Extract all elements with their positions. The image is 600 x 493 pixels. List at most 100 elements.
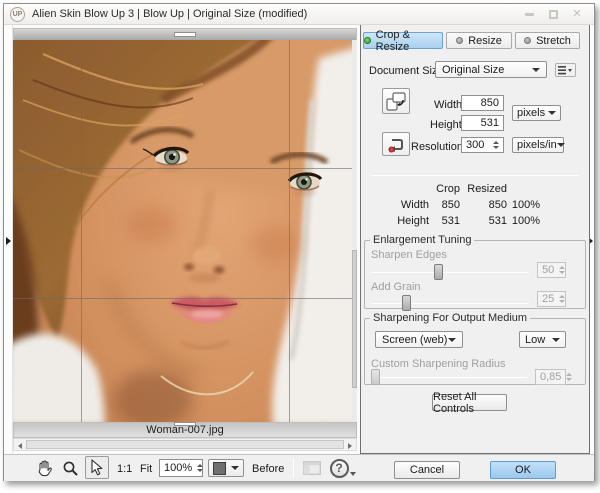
scroll-left-icon[interactable]	[18, 443, 22, 449]
output-sharpening-title: Sharpening For Output Medium	[370, 312, 530, 324]
maximize-button[interactable]	[546, 8, 560, 20]
spinner-icon[interactable]	[197, 464, 203, 472]
sharpen-edges-slider-thumb[interactable]	[434, 264, 443, 280]
app-logo-icon: UP	[10, 7, 25, 22]
split-view-button[interactable]	[301, 459, 323, 477]
summary-crop-height: 531	[420, 215, 460, 227]
before-toggle[interactable]: Before	[252, 463, 284, 475]
height-input[interactable]: 531	[461, 115, 504, 131]
close-button[interactable]: ✕	[570, 8, 584, 20]
chevron-down-icon	[231, 466, 239, 470]
tab-crop-and-resize[interactable]: Crop & Resize	[363, 32, 443, 49]
width-input[interactable]: 850	[461, 95, 504, 111]
menu-list-icon	[558, 66, 573, 75]
add-grain-input[interactable]: 25	[537, 291, 566, 307]
size-unit-dropdown[interactable]: pixels	[512, 105, 561, 121]
help-icon: ?	[330, 459, 349, 478]
close-icon: ✕	[572, 9, 581, 19]
custom-radius-label: Custom Sharpening Radius	[371, 358, 506, 370]
custom-radius-slider[interactable]	[371, 377, 527, 378]
height-label: Height	[430, 119, 462, 131]
tab-label: Crop & Resize	[376, 29, 442, 53]
tab-resize[interactable]: Resize	[446, 32, 512, 49]
crop-grid-line-v1	[81, 40, 82, 422]
vscroll-thumb[interactable]	[352, 250, 357, 388]
sharpen-edges-slider[interactable]	[371, 272, 529, 273]
hscroll-thumb[interactable]	[26, 440, 344, 449]
summary-crop-header: Crop	[420, 183, 460, 195]
resample-loop-icon	[387, 135, 405, 153]
settings-panel: Crop & Resize Resize Stretch Document Si…	[360, 25, 590, 454]
chevron-down-icon	[552, 338, 560, 342]
resolution-unit-dropdown[interactable]: pixels/in	[512, 137, 564, 153]
reset-all-controls-button[interactable]: Reset All Controls	[432, 394, 507, 411]
zoom-level-input[interactable]: 100%	[159, 459, 203, 477]
resolution-unit-value: pixels/in	[517, 139, 557, 151]
sharpen-amount-dropdown[interactable]: Low	[519, 331, 566, 348]
help-menu-caret-icon[interactable]	[350, 472, 356, 476]
cancel-button[interactable]: Cancel	[394, 461, 460, 479]
add-grain-value: 25	[542, 293, 554, 305]
hand-tool-button[interactable]	[33, 458, 55, 479]
width-value: 850	[481, 97, 499, 109]
crop-margin-top[interactable]	[13, 28, 357, 40]
maximize-icon	[549, 10, 558, 19]
sharpen-edges-value: 50	[542, 264, 554, 276]
crop-grid-line-h2	[13, 298, 357, 299]
document-size-label: Document Size	[369, 65, 444, 77]
resample-link-button[interactable]	[382, 132, 410, 156]
scroll-right-icon[interactable]	[348, 443, 352, 449]
enlargement-tuning-title: Enlargement Tuning	[370, 234, 474, 246]
title-bar[interactable]: UP Alien Skin Blow Up 3 | Blow Up | Orig…	[4, 4, 594, 25]
help-button[interactable]: ?	[328, 457, 350, 479]
preview-horizontal-scrollbar[interactable]	[13, 438, 357, 451]
chevron-down-icon	[548, 111, 556, 115]
left-panel-toggle[interactable]	[4, 25, 13, 454]
document-size-menu-button[interactable]	[555, 63, 576, 77]
rotate-pages-icon	[386, 92, 406, 111]
cursor-arrow-icon	[90, 459, 105, 476]
expand-left-arrow-icon	[6, 237, 11, 245]
document-size-value: Original Size	[442, 64, 504, 76]
custom-radius-value: 0,85	[540, 371, 561, 383]
sharpen-edges-input[interactable]: 50	[537, 262, 566, 278]
panel-layout-icon	[303, 461, 321, 475]
custom-radius-slider-thumb[interactable]	[371, 369, 380, 385]
document-size-dropdown[interactable]: Original Size	[435, 61, 547, 78]
crop-handle-bottom[interactable]	[174, 422, 196, 426]
chevron-down-icon	[532, 68, 540, 72]
height-value: 531	[481, 117, 499, 129]
crop-grid-line-v2	[289, 40, 290, 422]
zoom-tool-button[interactable]	[59, 458, 81, 479]
tab-dot-icon	[524, 37, 531, 44]
tab-stretch[interactable]: Stretch	[515, 32, 580, 49]
output-medium-dropdown[interactable]: Screen (web)	[375, 331, 463, 348]
size-unit-value: pixels	[517, 107, 545, 119]
custom-radius-input[interactable]: 0,85	[535, 369, 566, 385]
crop-grid-line-h1	[13, 168, 357, 169]
tab-active-dot-icon	[364, 37, 371, 44]
one-to-one-button[interactable]: 1:1	[117, 463, 132, 475]
add-grain-slider-thumb[interactable]	[402, 295, 411, 311]
help-glyph: ?	[335, 461, 342, 475]
pointer-tool-button[interactable]	[85, 456, 109, 479]
preview-vertical-scrollbar[interactable]	[352, 40, 357, 422]
resolution-input[interactable]: 300	[461, 137, 504, 153]
ok-button[interactable]: OK	[490, 461, 556, 479]
add-grain-label: Add Grain	[371, 281, 421, 293]
chevron-down-icon	[448, 338, 456, 342]
background-color-dropdown[interactable]	[208, 459, 244, 477]
fit-button[interactable]: Fit	[140, 463, 152, 475]
bottom-toolbar: 1:1 Fit 100% Before ? Cancel OK	[4, 454, 594, 481]
minimize-button[interactable]	[522, 8, 536, 20]
tab-label: Stretch	[536, 35, 571, 47]
add-grain-slider[interactable]	[371, 303, 529, 304]
blowup-dialog: UP Alien Skin Blow Up 3 | Blow Up | Orig…	[3, 3, 595, 481]
rotate-dimensions-button[interactable]	[382, 88, 410, 114]
ok-label: OK	[515, 464, 531, 476]
crop-handle-top[interactable]	[174, 32, 196, 37]
preview-image[interactable]	[13, 40, 357, 422]
spinner-icon[interactable]	[493, 141, 499, 149]
divider	[371, 175, 579, 176]
hand-icon	[36, 460, 53, 477]
